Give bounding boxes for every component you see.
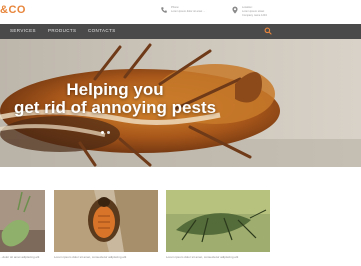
header-address: Location: Lorem ipsum street Company nam… bbox=[231, 6, 267, 17]
slider-dot-2[interactable] bbox=[107, 131, 110, 134]
hero-title-line1: Helping you bbox=[66, 80, 164, 99]
address-label: Location: bbox=[242, 6, 253, 9]
card-3-caption: Lorem ipsum dolor sit amet, consectetur … bbox=[166, 255, 239, 259]
address-street: Lorem ipsum street bbox=[242, 10, 265, 13]
phone-label: Phone: bbox=[171, 6, 180, 9]
search-icon[interactable] bbox=[264, 27, 272, 35]
service-card-2[interactable] bbox=[54, 190, 158, 252]
service-card-3[interactable] bbox=[166, 190, 270, 252]
slider-dot-1[interactable] bbox=[101, 131, 104, 134]
phone-icon bbox=[161, 7, 167, 13]
nav-item-services[interactable]: SERVICES bbox=[10, 28, 36, 33]
nav-item-products[interactable]: PRODUCTS bbox=[48, 28, 76, 33]
slider-pagination bbox=[101, 131, 110, 134]
nav-item-contacts[interactable]: CONTACTS bbox=[88, 28, 116, 33]
map-pin-icon bbox=[232, 6, 238, 14]
card-2-caption: Lorem ipsum dolor sit amet, consectetur … bbox=[54, 255, 127, 259]
address-city: Company name 1234 bbox=[242, 14, 267, 17]
beetle-larva-image bbox=[54, 190, 158, 252]
insect-on-leaf-image bbox=[166, 190, 270, 252]
hero-slider[interactable]: Helping you get rid of annoying pests bbox=[0, 39, 361, 167]
header-bar: &CO Phone: Lorem ipsum dolor sit amet ..… bbox=[0, 0, 361, 24]
phone-number[interactable]: Lorem ipsum dolor sit amet ... bbox=[171, 10, 205, 13]
hero-title-line2: get rid of annoying pests bbox=[13, 98, 217, 117]
grasshopper-image bbox=[0, 190, 45, 252]
site-logo[interactable]: &CO bbox=[0, 4, 26, 16]
service-card-1[interactable] bbox=[0, 190, 45, 252]
header-phone: Phone: Lorem ipsum dolor sit amet ... bbox=[160, 6, 205, 14]
main-nav: SERVICES PRODUCTS CONTACTS bbox=[0, 24, 361, 39]
